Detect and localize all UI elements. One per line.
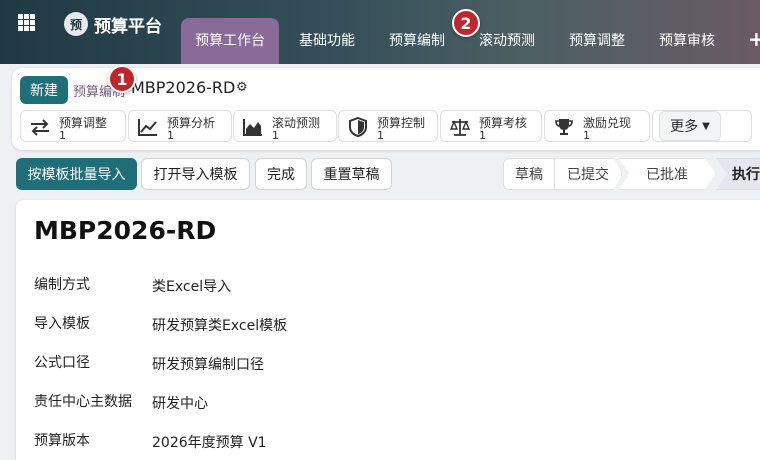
status-submitted[interactable]: 已提交 [554, 158, 622, 190]
status-executing[interactable]: 执行 [716, 158, 760, 190]
line-chart-icon [138, 119, 157, 136]
field-label-formula-basis: 公式口径 [34, 355, 90, 371]
brand-title[interactable]: 预算平台 [94, 12, 162, 37]
smart-button-incentive[interactable]: 激励兑现 1 [544, 110, 650, 142]
smart-button-label: 预算调整 [59, 116, 108, 130]
breadcrumb-current: MBP2026-RD [131, 78, 236, 97]
step-badge-2: 2 [452, 9, 480, 37]
smart-button-label: 激励兑现 [583, 116, 632, 130]
nav-budget-prep[interactable]: 预算编制 [378, 18, 456, 64]
status-draft[interactable]: 草稿 [503, 158, 555, 190]
smart-button-label: 预算考核 [479, 116, 528, 130]
smart-button-count: 1 [59, 129, 66, 142]
field-label-prep-method: 编制方式 [34, 277, 90, 293]
smart-button-label: 滚动预测 [272, 116, 321, 130]
caret-down-icon: ▼ [702, 120, 710, 132]
area-chart-icon [243, 119, 262, 136]
nav-budget-adjust[interactable]: 预算调整 [558, 18, 636, 64]
field-label-import-template: 导入模板 [34, 316, 90, 332]
gear-icon[interactable]: ⚙ [236, 80, 248, 95]
apps-menu-icon[interactable] [18, 14, 35, 31]
more-label: 更多 [670, 119, 699, 135]
brand-logo: 预 [64, 12, 88, 36]
field-label-responsibility-center: 责任中心主数据 [34, 394, 132, 410]
field-value-responsibility-center[interactable]: 研发中心 [152, 393, 208, 413]
step-badge-1: 1 [108, 65, 136, 93]
scale-icon [449, 119, 471, 136]
reset-draft-button[interactable]: 重置草稿 [311, 158, 392, 190]
trophy-icon [555, 119, 573, 135]
smart-button-rolling-forecast[interactable]: 滚动预测 1 [233, 110, 337, 142]
smart-button-count: 1 [272, 129, 279, 142]
smart-button-budget-adjust[interactable]: 预算调整 1 [20, 110, 126, 142]
new-button[interactable]: 新建 [20, 76, 68, 104]
smart-button-budget-assessment[interactable]: 预算考核 1 [440, 110, 542, 142]
smart-button-count: 1 [479, 129, 486, 142]
record-title: MBP2026-RD [34, 216, 217, 245]
arrows-swap-icon [31, 119, 49, 136]
smart-button-count: 1 [167, 129, 174, 142]
field-value-formula-basis[interactable]: 研发预算编制口径 [152, 354, 264, 374]
smart-button-label: 预算控制 [377, 116, 426, 130]
more-dropdown[interactable]: 更多 ▼ [659, 111, 721, 141]
nav-basic-functions[interactable]: 基础功能 [288, 18, 366, 64]
nav-budget-review[interactable]: 预算审核 [648, 18, 726, 64]
nav-budget-workbench[interactable]: 预算工作台 [181, 18, 279, 64]
shield-icon [349, 117, 367, 137]
done-button[interactable]: 完成 [255, 158, 307, 190]
status-approved[interactable]: 已批准 [618, 158, 716, 190]
smart-button-count: 1 [377, 129, 384, 142]
field-value-budget-version[interactable]: 2026年度预算 V1 [152, 432, 267, 452]
field-value-import-template[interactable]: 研发预算类Excel模板 [152, 315, 287, 335]
open-import-template-button[interactable]: 打开导入模板 [141, 158, 250, 190]
field-label-budget-version: 预算版本 [34, 433, 90, 449]
batch-import-button[interactable]: 按模板批量导入 [16, 158, 137, 190]
field-value-prep-method[interactable]: 类Excel导入 [152, 276, 231, 296]
smart-button-budget-analysis[interactable]: 预算分析 1 [128, 110, 232, 142]
add-tab-icon[interactable]: + [748, 27, 760, 51]
smart-button-budget-control[interactable]: 预算控制 1 [338, 110, 438, 142]
smart-button-label: 预算分析 [167, 116, 216, 130]
smart-button-count: 1 [583, 129, 590, 142]
